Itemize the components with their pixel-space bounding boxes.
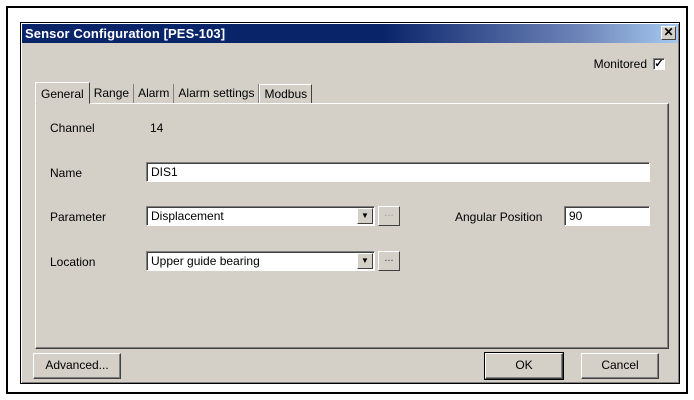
monitored-checkbox[interactable]: ✓ xyxy=(653,58,665,70)
window-title: Sensor Configuration [PES-103] xyxy=(25,26,226,41)
monitored-label: Monitored xyxy=(593,57,647,71)
tab-alarm[interactable]: Alarm xyxy=(134,84,175,103)
location-browse-button[interactable]: ... xyxy=(378,251,400,271)
angular-position-input[interactable]: 90 xyxy=(564,206,650,226)
parameter-selected-value: Displacement xyxy=(151,209,224,223)
location-selected-value: Upper guide bearing xyxy=(151,254,260,268)
close-icon: ✕ xyxy=(663,25,674,39)
channel-value: 14 xyxy=(150,121,164,135)
close-button[interactable]: ✕ xyxy=(661,26,676,40)
general-tab-panel: Channel 14 Name DIS1 Parameter Displacem… xyxy=(35,103,669,349)
name-input[interactable]: DIS1 xyxy=(146,162,650,182)
location-select[interactable]: Upper guide bearing ▼ xyxy=(146,251,375,271)
ok-button[interactable]: OK xyxy=(484,352,564,380)
tab-strip: General Range Alarm Alarm settings Modbu… xyxy=(35,79,313,104)
tab-range[interactable]: Range xyxy=(89,84,135,103)
tab-alarm-settings[interactable]: Alarm settings xyxy=(174,84,260,103)
name-label: Name xyxy=(50,166,83,180)
checkmark-icon: ✓ xyxy=(654,58,664,70)
advanced-button[interactable]: Advanced... xyxy=(33,353,121,379)
title-bar[interactable]: Sensor Configuration [PES-103] ✕ xyxy=(22,24,678,43)
parameter-label: Parameter xyxy=(50,210,107,224)
location-dropdown-icon[interactable]: ▼ xyxy=(357,253,373,269)
tab-general[interactable]: General xyxy=(35,82,90,104)
channel-label: Channel xyxy=(50,121,95,135)
cancel-button[interactable]: Cancel xyxy=(581,353,659,379)
sensor-configuration-dialog: Sensor Configuration [PES-103] ✕ Monitor… xyxy=(20,22,680,384)
parameter-select[interactable]: Displacement ▼ xyxy=(146,206,375,226)
tab-modbus[interactable]: Modbus xyxy=(259,84,313,103)
location-label: Location xyxy=(50,255,96,269)
parameter-dropdown-icon[interactable]: ▼ xyxy=(357,208,373,224)
monitored-checkbox-group[interactable]: Monitored ✓ xyxy=(594,57,665,71)
angular-position-label: Angular Position xyxy=(455,210,543,224)
parameter-browse-button[interactable]: ... xyxy=(378,206,400,226)
